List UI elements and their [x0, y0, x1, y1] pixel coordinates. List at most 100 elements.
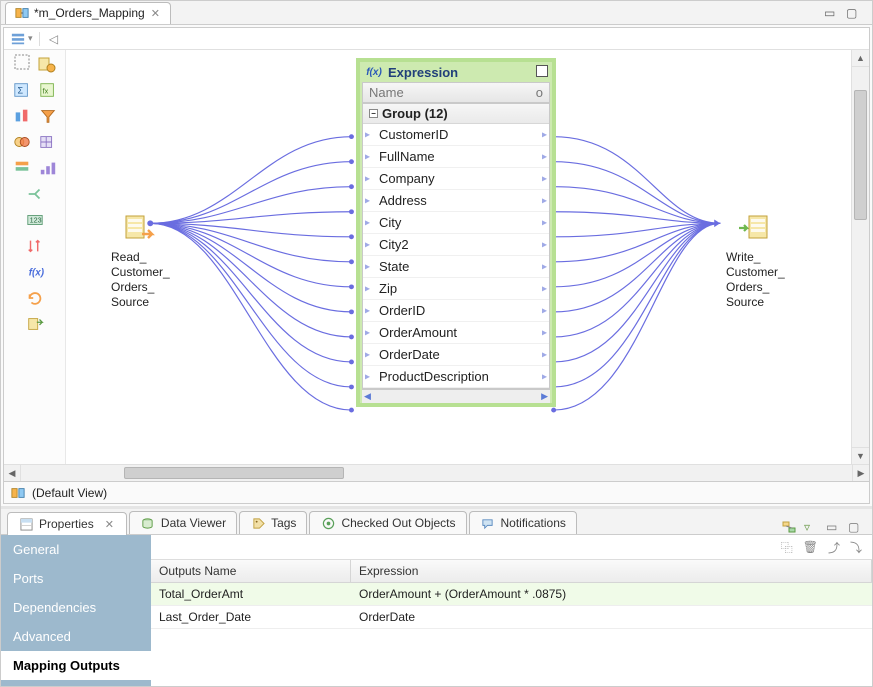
palette-aggregator-icon[interactable]: Σ [12, 80, 32, 100]
scroll-right-icon[interactable]: ▶ [541, 391, 548, 402]
expression-port[interactable]: ▸State▸ [363, 256, 549, 278]
sidebar-item-advanced[interactable]: Advanced [1, 622, 151, 651]
palette-marquee-icon[interactable] [14, 54, 30, 70]
minimize-panel-icon[interactable]: ▭ [826, 520, 840, 534]
svg-text:123: 123 [29, 216, 41, 225]
editor-tab-close[interactable]: ✕ [149, 7, 162, 20]
palette-filter-icon[interactable] [38, 106, 58, 126]
import-icon[interactable]: ⤵ [850, 539, 862, 556]
properties-main: ⿻ 🗑 ⤴ ⤵ Outputs Name Expression Total_Or… [151, 535, 872, 686]
port-label: OrderAmount [379, 325, 457, 340]
expression-port[interactable]: ▸CustomerID▸ [363, 124, 549, 146]
minimize-icon[interactable]: ▭ [824, 6, 838, 20]
port-label: OrderDate [379, 347, 440, 362]
tags-icon [250, 515, 266, 531]
palette-source-icon[interactable] [36, 54, 56, 74]
expression-port[interactable]: ▸OrderID▸ [363, 300, 549, 322]
sidebar-item-mapping-outputs[interactable]: Mapping Outputs [1, 651, 151, 680]
properties-icon [18, 516, 34, 532]
scroll-right-icon[interactable]: ▶ [852, 465, 869, 481]
expression-group-header[interactable]: − Group (12) [363, 104, 549, 124]
transformation-expression[interactable]: f(x) Expression Name o − Group (12) [356, 58, 556, 407]
expression-port[interactable]: ▸OrderAmount▸ [363, 322, 549, 344]
canvas-toolbar: ▾ ◁ [4, 28, 869, 50]
column-expression[interactable]: Expression [351, 560, 872, 582]
export-icon[interactable]: ⤴ [828, 539, 840, 556]
vscroll-thumb[interactable] [854, 90, 867, 220]
palette-router-icon[interactable] [25, 184, 45, 204]
target-node-label: Write_ Customer_ Orders_ Source [726, 250, 785, 310]
table-row[interactable]: Total_OrderAmt OrderAmount + (OrderAmoun… [151, 583, 872, 606]
tab-close-icon[interactable]: ✕ [103, 518, 116, 531]
palette-rank-icon[interactable] [38, 158, 58, 178]
tab-notifications[interactable]: Notifications [469, 511, 577, 534]
dropdown-arrow-icon[interactable]: ▾ [28, 33, 33, 44]
expression-columns-header: Name o [362, 82, 550, 103]
palette-normalizer-icon[interactable] [12, 158, 32, 178]
canvas-horizontal-scrollbar[interactable]: ◀ ▶ [4, 464, 869, 481]
tab-tags[interactable]: Tags [239, 511, 307, 534]
view-status-bar: (Default View) [4, 481, 869, 503]
palette-sequence-icon[interactable]: 123 [25, 210, 45, 230]
nav-left-icon[interactable]: ◁ [46, 31, 62, 47]
canvas-vertical-scrollbar[interactable]: ▲ ▼ [851, 50, 869, 464]
palette-sorter-icon[interactable] [25, 236, 45, 256]
editor-tab-m-orders-mapping[interactable]: *m_Orders_Mapping ✕ [5, 2, 171, 24]
expression-group-label: Group (12) [382, 106, 448, 121]
table-row[interactable]: Last_Order_Date OrderDate [151, 606, 872, 629]
view-label[interactable]: (Default View) [32, 486, 107, 500]
expression-field-list: ▸CustomerID▸ ▸FullName▸ ▸Company▸ ▸Addre… [363, 124, 549, 388]
node-read-customer-orders-source[interactable]: Read_ Customer_ Orders_ Source [111, 210, 170, 310]
palette-target-icon[interactable] [25, 314, 45, 334]
maximize-icon[interactable]: ▢ [846, 6, 860, 20]
maximize-panel-icon[interactable]: ▢ [848, 520, 862, 534]
collapse-icon[interactable]: − [369, 109, 378, 118]
expression-port[interactable]: ▸Company▸ [363, 168, 549, 190]
scroll-left-icon[interactable]: ◀ [364, 391, 371, 402]
mapping-canvas[interactable]: Read_ Customer_ Orders_ Source Write_ C [66, 50, 851, 464]
notifications-icon [480, 515, 496, 531]
delete-icon[interactable]: 🗑 [803, 540, 818, 554]
palette-lookup-icon[interactable] [38, 132, 58, 152]
properties-toolbar: ⿻ 🗑 ⤴ ⤵ [151, 535, 872, 559]
mapping-outputs-table: Outputs Name Expression Total_OrderAmt O… [151, 559, 872, 686]
palette-expression-icon[interactable]: fx [38, 80, 58, 100]
expression-port[interactable]: ▸ProductDescription▸ [363, 366, 549, 388]
node-write-customer-orders-source[interactable]: Write_ Customer_ Orders_ Source [726, 210, 785, 310]
copy-icon[interactable]: ⿻ [781, 539, 793, 556]
tab-checked-out-objects[interactable]: Checked Out Objects [309, 511, 466, 534]
palette-data-icon[interactable] [12, 106, 32, 126]
scroll-down-icon[interactable]: ▼ [852, 447, 869, 464]
iconify-toggle[interactable] [536, 65, 548, 77]
scroll-up-icon[interactable]: ▲ [852, 50, 869, 67]
checked-out-icon [320, 515, 336, 531]
column-indicator-label: o [536, 85, 543, 100]
column-outputs-name[interactable]: Outputs Name [151, 560, 351, 582]
expression-port[interactable]: ▸Zip▸ [363, 278, 549, 300]
view-menu-icon[interactable]: ▿ [804, 520, 818, 534]
cell-output-expression: OrderAmount + (OrderAmount * .0875) [351, 583, 872, 605]
tab-properties[interactable]: Properties ✕ [7, 512, 127, 535]
svg-text:f(x): f(x) [28, 268, 43, 279]
properties-sidebar: General Ports Dependencies Advanced Mapp… [1, 535, 151, 686]
view-mode-icon[interactable] [10, 31, 26, 47]
palette-union-icon[interactable]: f(x) [25, 262, 45, 282]
expression-hscrollbar[interactable]: ◀ ▶ [362, 389, 550, 403]
palette-update-icon[interactable] [25, 288, 45, 308]
link-editor-icon[interactable] [782, 520, 796, 534]
port-label: ProductDescription [379, 369, 489, 384]
tab-label: Tags [271, 516, 296, 530]
sidebar-item-general[interactable]: General [1, 535, 151, 564]
hscroll-thumb[interactable] [124, 467, 344, 479]
expression-titlebar[interactable]: f(x) Expression [360, 62, 552, 82]
sidebar-item-dependencies[interactable]: Dependencies [1, 593, 151, 622]
expression-port[interactable]: ▸City▸ [363, 212, 549, 234]
scroll-left-icon[interactable]: ◀ [4, 465, 21, 481]
expression-port[interactable]: ▸Address▸ [363, 190, 549, 212]
tab-data-viewer[interactable]: Data Viewer [129, 511, 237, 534]
sidebar-item-ports[interactable]: Ports [1, 564, 151, 593]
expression-port[interactable]: ▸City2▸ [363, 234, 549, 256]
expression-port[interactable]: ▸FullName▸ [363, 146, 549, 168]
expression-port[interactable]: ▸OrderDate▸ [363, 344, 549, 366]
palette-joiner-icon[interactable] [12, 132, 32, 152]
